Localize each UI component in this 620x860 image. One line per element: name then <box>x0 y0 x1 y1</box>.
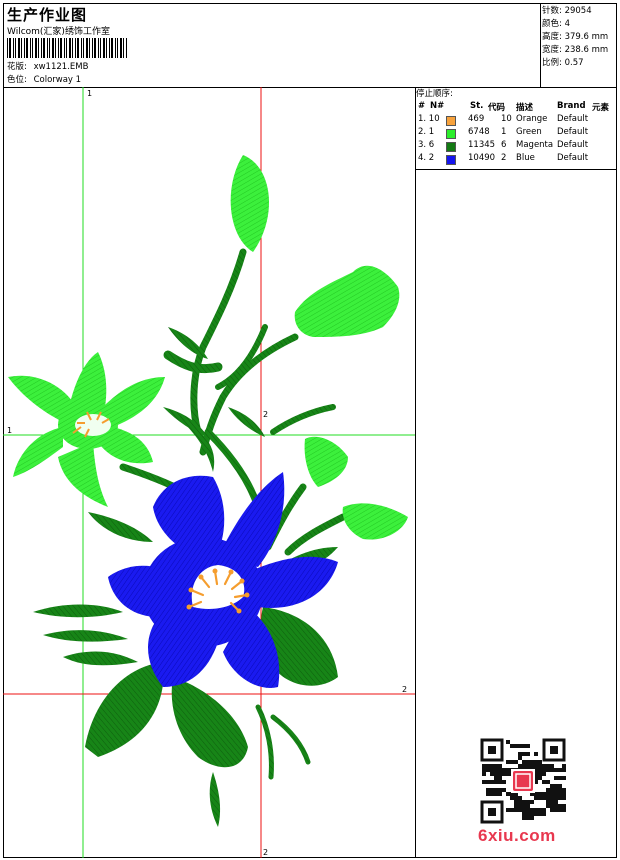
design-label: 花版: <box>7 62 27 72</box>
embroidery-canvas: 1 1 2 2 2 <box>3 87 415 858</box>
width-label: 宽度: <box>542 45 562 55</box>
col-needle: N# <box>430 101 445 111</box>
guide-label-h1: 1 <box>7 426 12 435</box>
col-index: # <box>418 101 426 111</box>
design-value: xw1121.EMB <box>33 62 89 72</box>
color-swatch <box>446 142 456 152</box>
col-code: 代码 <box>488 103 506 113</box>
row-index: 4. 2 <box>418 153 435 163</box>
colorway-label: 色位: <box>7 75 27 85</box>
ratio-value: 0.57 <box>564 58 584 68</box>
stats-panel: 针数: 29054 颜色: 4 高度: 379.6 mm 宽度: 238.6 m… <box>542 5 616 70</box>
row-description: Blue <box>516 153 535 163</box>
row-code: 10 <box>501 114 512 124</box>
page-title: 生产作业图 <box>7 6 88 24</box>
guide-label-v2-bottom: 2 <box>263 848 268 857</box>
guide-label-h2: 2 <box>402 685 407 694</box>
watermark-text: 6xiu.com <box>478 826 556 845</box>
width-value: 238.6 mm <box>564 45 609 55</box>
design-row: 花版: xw1121.EMB <box>7 61 88 73</box>
stop-sequence-title: 停止顺序: <box>416 89 453 99</box>
row-code: 2 <box>501 153 507 163</box>
colors-label: 颜色: <box>542 19 562 29</box>
row-stitches: 6748 <box>468 127 490 137</box>
height-label: 高度: <box>542 32 562 42</box>
row-index: 1. 10 <box>418 114 440 124</box>
col-stitches: St. <box>470 101 484 111</box>
table-row: 2. 1 6748 1 Green Default <box>416 127 616 140</box>
row-description: Orange <box>516 114 548 124</box>
col-element: 元素 <box>592 103 610 113</box>
row-brand: Default <box>557 140 589 150</box>
row-index: 2. 1 <box>418 127 435 137</box>
table-row: 4. 2 10490 2 Blue Default <box>416 153 616 166</box>
row-brand: Default <box>557 153 589 163</box>
table-row: 1. 10 469 10 Orange Default <box>416 114 616 127</box>
row-stitches: 10490 <box>468 153 496 163</box>
row-brand: Default <box>557 114 589 124</box>
color-swatch <box>446 129 456 139</box>
guide-label-v1: 1 <box>87 89 92 98</box>
row-code: 6 <box>501 140 507 150</box>
row-stitches: 11345 <box>468 140 496 150</box>
table-bottom-line <box>415 169 617 170</box>
col-description: 描述 <box>516 103 534 113</box>
stats-divider <box>540 3 541 87</box>
colorway-value: Colorway 1 <box>33 75 82 85</box>
table-header-row: # N# St. 代码 描述 Brand 元素 <box>416 101 616 114</box>
row-description: Green <box>516 127 542 137</box>
row-code: 1 <box>501 127 507 137</box>
canvas-divider <box>415 87 416 858</box>
row-brand: Default <box>557 127 589 137</box>
colors-value: 4 <box>564 19 570 29</box>
guide-label-v2-top: 2 <box>263 410 268 419</box>
height-value: 379.6 mm <box>564 32 609 42</box>
color-swatch <box>446 116 456 126</box>
stitches-label: 针数: <box>542 6 562 16</box>
table-row: 3. 6 11345 6 Magenta Default <box>416 140 616 153</box>
col-brand: Brand <box>557 101 586 111</box>
qr-code-image <box>480 738 566 824</box>
company-name: Wilcom(汇家)绣饰工作室 <box>7 27 110 37</box>
stitches-value: 29054 <box>564 6 592 16</box>
colorway-row: 色位: Colorway 1 <box>7 74 81 86</box>
ratio-label: 比例: <box>542 58 562 68</box>
barcode-image <box>7 38 127 58</box>
row-stitches: 469 <box>468 114 485 124</box>
row-description: Magenta <box>516 140 554 150</box>
color-swatch <box>446 155 456 165</box>
row-index: 3. 6 <box>418 140 435 150</box>
